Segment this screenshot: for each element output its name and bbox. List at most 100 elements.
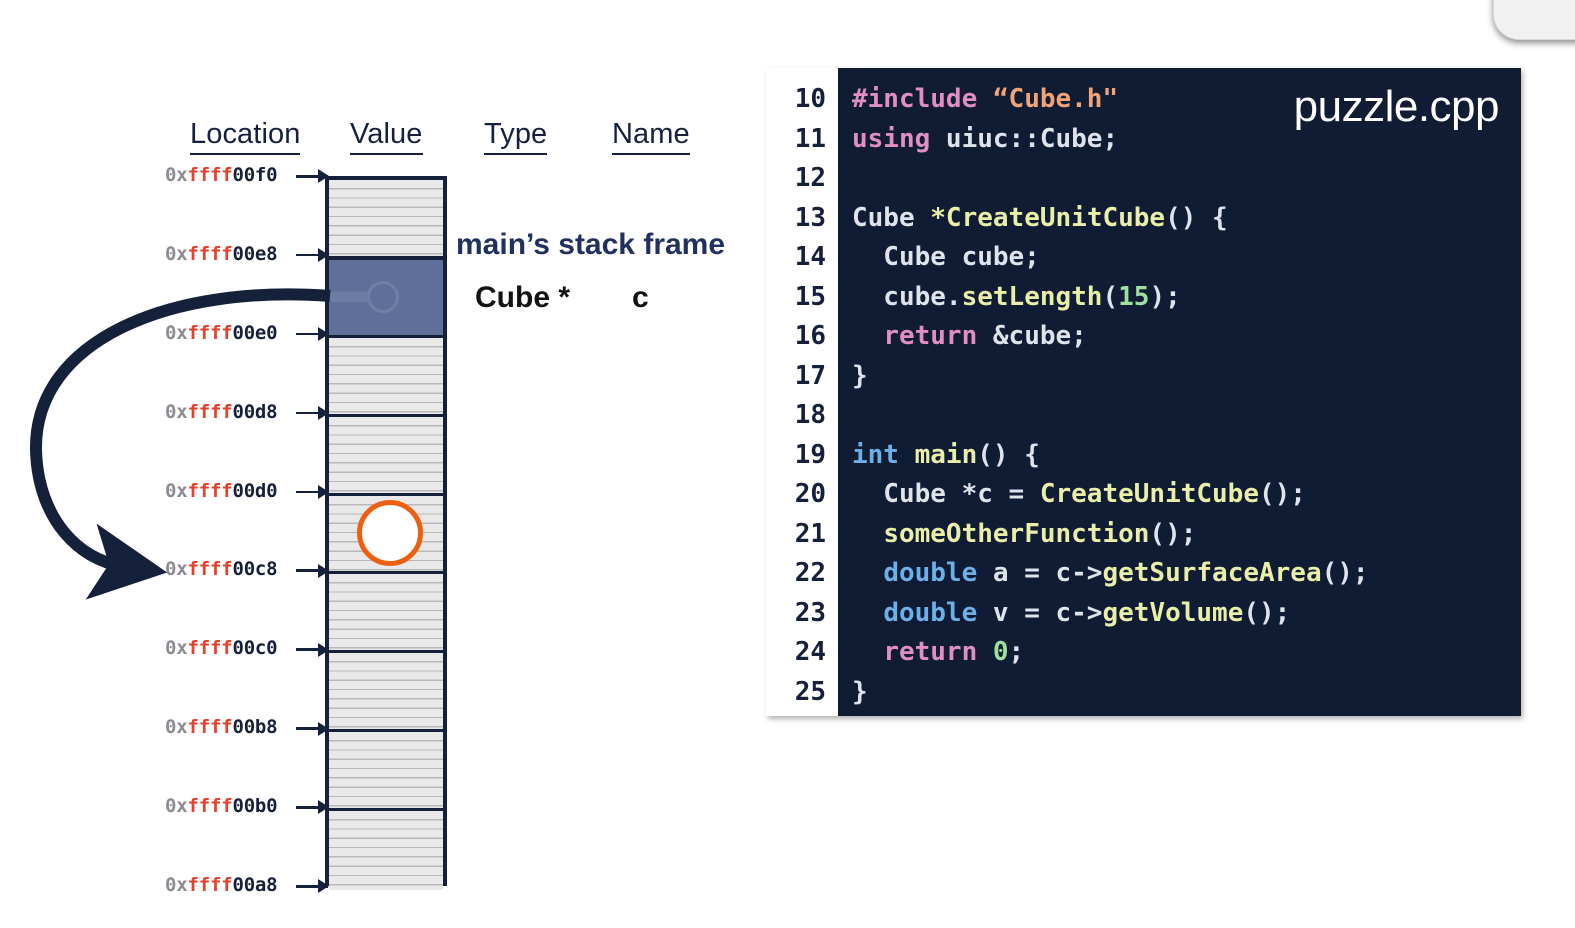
code-line[interactable]: Cube *c = CreateUnitCube(); <box>852 475 1521 515</box>
address-mid: ffff <box>187 164 233 186</box>
column-header-label: Name <box>612 118 690 155</box>
code-token: &cube; <box>977 321 1087 351</box>
line-number: 17 <box>794 360 826 391</box>
line-number: 12 <box>794 163 826 193</box>
code-token: double <box>883 597 978 628</box>
address-pointer-arrow-icon <box>296 885 328 888</box>
code-token: 0 <box>992 637 1009 667</box>
address-prefix: 0x <box>165 795 188 818</box>
code-token: () { <box>1165 202 1228 233</box>
code-token: } <box>852 360 868 391</box>
address-prefix: 0x <box>165 637 188 660</box>
code-token: (); <box>1149 518 1197 549</box>
code-line[interactable] <box>852 396 1521 436</box>
line-number: 18 <box>794 400 826 430</box>
line-number: 16 <box>794 321 826 351</box>
address-mid: ffff <box>187 716 233 739</box>
corner-overlay-chip[interactable] <box>1493 0 1575 40</box>
code-token: v = c-> <box>977 597 1103 628</box>
code-token: a = c-> <box>977 558 1103 588</box>
memory-block-00c0 <box>329 653 443 733</box>
column-header-label: Type <box>484 118 548 155</box>
code-line[interactable]: double a = c->getSurfaceArea(); <box>852 554 1521 594</box>
code-token: someOtherFunction <box>883 518 1150 549</box>
column-header-type: Type <box>484 118 548 155</box>
code-line[interactable]: } <box>852 357 1521 397</box>
memory-block-00b0 <box>329 811 443 890</box>
address-mid: ffff <box>187 874 233 896</box>
address-suffix: 00c0 <box>232 637 278 660</box>
code-token: getSurfaceArea <box>1102 558 1322 588</box>
address-suffix: 00f0 <box>232 164 278 186</box>
address-prefix: 0x <box>165 874 188 896</box>
code-token: ( <box>1102 281 1119 312</box>
code-token: 15 <box>1118 281 1150 312</box>
code-token: return <box>883 637 978 667</box>
code-token: getVolume <box>1102 597 1244 628</box>
code-token: uiuc::Cube; <box>945 123 1119 154</box>
code-token: int <box>852 439 899 470</box>
line-number: 10 <box>794 84 826 114</box>
code-token: () { <box>977 439 1040 470</box>
address-label-00a8: 0xffff00a8 <box>165 874 293 896</box>
address-pointer-arrow-icon <box>296 727 328 730</box>
column-header-location: Location <box>190 118 301 155</box>
code-line[interactable]: double v = c->getVolume(); <box>852 594 1521 634</box>
address-suffix: 00b8 <box>232 716 278 739</box>
column-header-name: Name <box>612 118 690 155</box>
address-prefix: 0x <box>165 164 188 186</box>
code-line[interactable]: someOtherFunction(); <box>852 515 1521 555</box>
code-line[interactable]: cube.setLength(15); <box>852 278 1521 318</box>
file-name-label: puzzle.cpp <box>1293 82 1500 131</box>
address-pointer-arrow-icon <box>296 806 328 809</box>
code-panel: 10 11 12 13 14 15 16 17 18 19 20 21 22 23 24 25 #includ… <box>766 68 1521 716</box>
line-number: 25 <box>794 676 826 707</box>
memory-block-00b8 <box>329 732 443 811</box>
code-line[interactable]: Cube *CreateUnitCube() { <box>852 199 1521 239</box>
line-number: 19 <box>794 439 826 470</box>
slide-canvas: Location Value Type Name 0xffff00f0 0xffff00… <box>0 0 1575 928</box>
code-token: ); <box>1149 281 1181 312</box>
code-line[interactable]: return 0; <box>852 633 1521 673</box>
line-number-gutter: 10 11 12 13 14 15 16 17 18 19 20 21 22 23 24 25 <box>766 68 838 716</box>
code-token: “Cube.h" <box>992 84 1119 114</box>
dangling-pointer-arrow <box>29 288 331 600</box>
code-token: Cube cube; <box>852 242 1040 272</box>
address-mid: ffff <box>187 637 233 660</box>
address-pointer-arrow-icon <box>296 175 328 178</box>
column-header-label: Value <box>350 118 423 155</box>
line-number: 14 <box>794 242 826 272</box>
code-line[interactable]: Cube cube; <box>852 238 1521 278</box>
code-line[interactable]: return &cube; <box>852 317 1521 357</box>
line-number: 22 <box>794 558 826 588</box>
address-suffix: 00a8 <box>232 874 278 896</box>
column-header-value: Value <box>350 118 423 155</box>
line-number: 20 <box>794 479 826 509</box>
code-token: (); <box>1259 479 1306 509</box>
code-line[interactable] <box>852 159 1521 199</box>
code-token: return <box>883 321 978 351</box>
line-number: 24 <box>794 637 826 667</box>
code-line[interactable]: int main() { <box>852 436 1521 476</box>
code-line[interactable]: } <box>852 673 1521 713</box>
code-token: (); <box>1243 597 1291 628</box>
code-token: main <box>914 439 978 470</box>
address-suffix: 00b0 <box>232 795 278 818</box>
address-label-00b0: 0xffff00b0 <box>165 795 293 817</box>
code-area[interactable]: #include “Cube.h" using uiuc::Cube; Cube *… <box>838 68 1521 716</box>
line-number: 15 <box>794 281 826 312</box>
line-number: 23 <box>794 597 826 628</box>
code-token: ; <box>1008 637 1025 667</box>
code-token: } <box>852 676 868 707</box>
code-lines: #include “Cube.h" using uiuc::Cube; Cube *… <box>852 80 1521 712</box>
code-token: Cube *c = <box>852 479 1040 509</box>
variable-type-annotation: Cube * <box>475 281 571 314</box>
address-label-00b8: 0xffff00b8 <box>165 716 293 738</box>
